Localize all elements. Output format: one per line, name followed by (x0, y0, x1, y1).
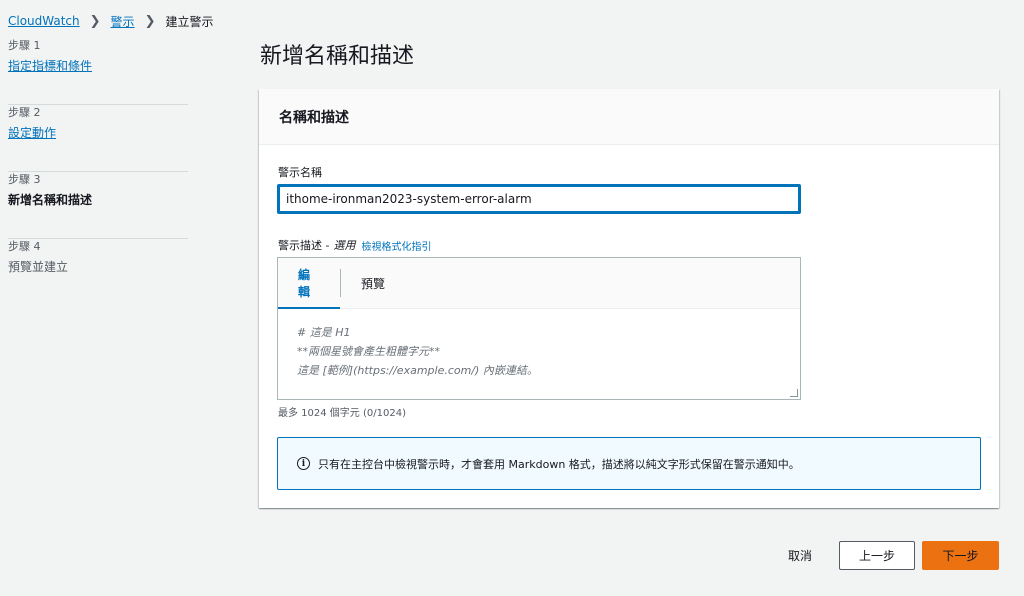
step-number: 步驟 4 (8, 240, 41, 253)
description-textarea[interactable]: # 這是 H1 **兩個星號會產生粗體字元** 這是 [範例](https://… (278, 309, 800, 394)
wizard-steps: 步驟 1 指定指標和條件 步驟 2 設定動作 步驟 3 新增名稱和描述 步驟 4… (8, 38, 188, 306)
optional-label: 選用 (333, 239, 356, 252)
step-4: 步驟 4 預覽並建立 (8, 239, 188, 306)
tab-edit[interactable]: 編輯 (278, 258, 340, 309)
editor-tabs: 編輯 預覽 (278, 258, 800, 309)
alarm-name-label: 警示名稱 (278, 166, 322, 179)
step-current-label: 新增名稱和描述 (8, 193, 93, 207)
alarm-description-label-row: 警示描述 - 選用 檢視格式化指引 (278, 237, 431, 253)
panel-header: 名稱和描述 (259, 89, 999, 145)
breadcrumb: CloudWatch ❯ 警示 ❯ 建立警示 (8, 12, 213, 30)
step-1: 步驟 1 指定指標和條件 (8, 38, 188, 105)
page-title: 新增名稱和描述 (260, 44, 415, 69)
placeholder-line: 這是 [範例](https://example.com/) 內嵌連結。 (297, 364, 538, 377)
step-number: 步驟 2 (8, 106, 41, 119)
next-button[interactable]: 下一步 (922, 541, 999, 570)
breadcrumb-alarms[interactable]: 警示 (111, 13, 135, 30)
info-circle-icon: i (297, 457, 310, 470)
step-link-metric[interactable]: 指定指標和條件 (8, 58, 188, 74)
breadcrumb-create-alarm: 建立警示 (165, 14, 214, 29)
placeholder-line: **兩個星號會產生粗體字元** (297, 345, 440, 358)
character-count: 最多 1024 個字元 (0/1024) (278, 408, 406, 419)
cancel-button[interactable]: 取消 (774, 540, 826, 570)
formatting-guide-link[interactable]: 檢視格式化指引 (361, 238, 431, 253)
description-editor: 編輯 預覽 # 這是 H1 **兩個星號會產生粗體字元** 這是 [範例](ht… (277, 257, 801, 400)
tab-preview[interactable]: 預覽 (341, 258, 405, 309)
alarm-description-label: 警示描述 - (278, 239, 330, 252)
step-number: 步驟 1 (8, 39, 41, 52)
placeholder-line: # 這是 H1 (297, 326, 351, 339)
step-preview-label: 預覽並建立 (8, 260, 69, 274)
step-number: 步驟 3 (8, 173, 41, 186)
step-2: 步驟 2 設定動作 (8, 105, 188, 172)
chevron-right-icon: ❯ (144, 13, 156, 29)
breadcrumb-cloudwatch[interactable]: CloudWatch (8, 14, 80, 28)
chevron-right-icon: ❯ (89, 13, 101, 29)
resize-handle-icon[interactable] (790, 389, 798, 397)
previous-button[interactable]: 上一步 (839, 541, 915, 570)
alarm-name-input[interactable] (277, 184, 801, 214)
step-3: 步驟 3 新增名稱和描述 (8, 172, 188, 239)
name-description-panel: 名稱和描述 警示名稱 警示描述 - 選用 檢視格式化指引 編輯 預覽 # 這是 … (259, 89, 999, 508)
create-alarm-page: CloudWatch ❯ 警示 ❯ 建立警示 步驟 1 指定指標和條件 步驟 2… (0, 0, 1024, 596)
info-text: 只有在主控台中檢視警示時，才會套用 Markdown 格式，描述將以純文字形式保… (318, 457, 800, 471)
markdown-info-alert: i 只有在主控台中檢視警示時，才會套用 Markdown 格式，描述將以純文字形… (277, 437, 981, 490)
step-link-actions[interactable]: 設定動作 (8, 125, 188, 141)
